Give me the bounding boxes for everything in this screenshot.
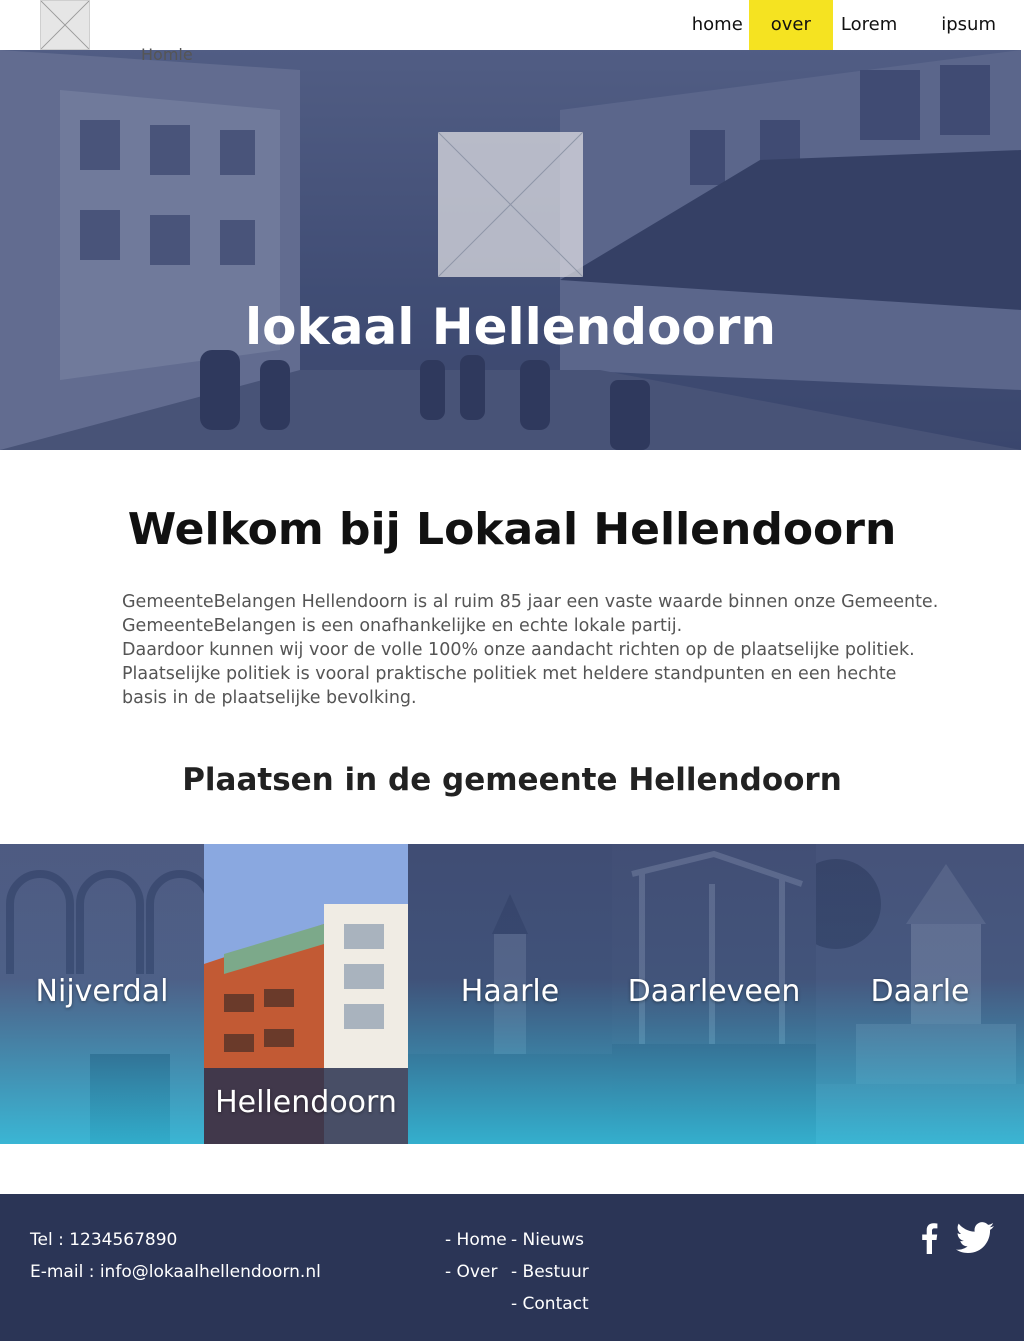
place-label: Daarleveen: [627, 974, 801, 1009]
site-header: home over Lorem ipsum: [0, 0, 1024, 50]
places-title: Plaatsen in de gemeente Hellendoorn: [182, 762, 842, 798]
footer-link-over[interactable]: - Over: [445, 1256, 507, 1288]
footer-link-bestuur[interactable]: - Bestuur: [511, 1256, 589, 1288]
home-label[interactable]: Homle: [141, 45, 193, 64]
intro-line: Plaatselijke politiek is vooral praktisc…: [122, 664, 897, 684]
place-tile-hellendoorn[interactable]: Hellendoorn: [204, 844, 408, 1144]
facebook-icon[interactable]: [920, 1222, 938, 1258]
twitter-icon[interactable]: [956, 1222, 994, 1258]
footer-links-col2: - Nieuws - Bestuur - Contact: [511, 1224, 589, 1320]
nav-item-lorem[interactable]: Lorem: [833, 0, 919, 50]
placeholder-image-icon: [438, 132, 583, 277]
place-label: Nijverdal: [35, 974, 169, 1009]
hero-banner: lokaal Hellendoorn: [0, 50, 1021, 450]
footer-email[interactable]: E-mail : info@lokaalhellendoorn.nl: [30, 1256, 321, 1288]
hero-title: lokaal Hellendoorn: [244, 298, 777, 356]
place-tile-nijverdal[interactable]: Nijverdal: [0, 844, 204, 1144]
nav-item-home[interactable]: home: [692, 0, 749, 50]
site-footer: Tel : 1234567890 E-mail : info@lokaalhel…: [0, 1194, 1024, 1341]
intro-line: basis in de plaatselijke bevolking.: [122, 688, 417, 708]
nav-item-over[interactable]: over: [748, 0, 833, 50]
intro-line: Daardoor kunnen wij voor de volle 100% o…: [122, 640, 915, 660]
intro-text: GemeenteBelangen Hellendoorn is al ruim …: [122, 590, 939, 710]
place-label: Daarle: [870, 974, 970, 1009]
footer-links-col1: - Home - Over: [445, 1224, 507, 1288]
main-nav: home over Lorem ipsum: [692, 0, 996, 50]
footer-link-contact[interactable]: - Contact: [511, 1288, 589, 1320]
intro-line: GemeenteBelangen Hellendoorn is al ruim …: [122, 592, 939, 612]
place-label: Hellendoorn: [204, 1068, 408, 1144]
footer-link-home[interactable]: - Home: [445, 1224, 507, 1256]
welcome-title: Welkom bij Lokaal Hellendoorn: [127, 504, 897, 555]
places-grid: Nijverdal Hellendoorn Haarle Daarleveen …: [0, 844, 1024, 1144]
social-links: [920, 1222, 994, 1258]
footer-link-nieuws[interactable]: - Nieuws: [511, 1224, 589, 1256]
place-tile-haarle[interactable]: Haarle: [408, 844, 612, 1144]
nav-item-ipsum[interactable]: ipsum: [919, 0, 996, 50]
place-label: Haarle: [460, 974, 560, 1009]
footer-phone: Tel : 1234567890: [30, 1230, 178, 1250]
placeholder-image-icon[interactable]: [40, 0, 90, 50]
place-tile-daarleveen[interactable]: Daarleveen: [612, 844, 816, 1144]
intro-line: GemeenteBelangen is een onafhankelijke e…: [122, 616, 683, 636]
footer-contact: Tel : 1234567890 E-mail : info@lokaalhel…: [30, 1224, 321, 1288]
place-tile-daarle[interactable]: Daarle: [816, 844, 1024, 1144]
